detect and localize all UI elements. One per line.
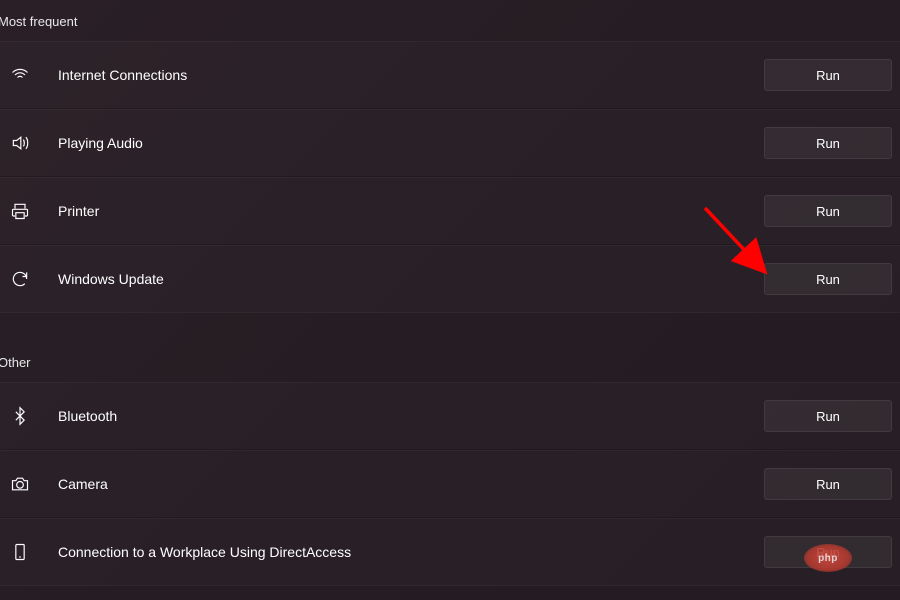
- run-button[interactable]: Run: [764, 468, 892, 500]
- run-button[interactable]: Run: [764, 263, 892, 295]
- bluetooth-icon: [10, 406, 50, 426]
- row-playing-audio[interactable]: Playing Audio Run: [0, 109, 900, 177]
- wifi-icon: [10, 65, 50, 85]
- row-label: Connection to a Workplace Using DirectAc…: [50, 544, 764, 560]
- section-header-most-frequent: Most frequent: [0, 0, 900, 41]
- row-label: Internet Connections: [50, 67, 764, 83]
- section-header-other: Other: [0, 341, 900, 382]
- run-button[interactable]: Run: [764, 400, 892, 432]
- workplace-icon: [10, 542, 50, 562]
- row-label: Camera: [50, 476, 764, 492]
- list-other: Bluetooth Run Camera Run Connection to a…: [0, 382, 900, 586]
- run-button[interactable]: Run: [764, 127, 892, 159]
- row-label: Printer: [50, 203, 764, 219]
- row-workplace-connection[interactable]: Connection to a Workplace Using DirectAc…: [0, 518, 900, 586]
- row-windows-update[interactable]: Windows Update Run: [0, 245, 900, 313]
- row-label: Playing Audio: [50, 135, 764, 151]
- row-camera[interactable]: Camera Run: [0, 450, 900, 518]
- row-bluetooth[interactable]: Bluetooth Run: [0, 382, 900, 450]
- watermark-badge: php: [804, 544, 852, 572]
- camera-icon: [10, 474, 50, 494]
- update-icon: [10, 269, 50, 289]
- audio-icon: [10, 133, 50, 153]
- row-label: Windows Update: [50, 271, 764, 287]
- row-printer[interactable]: Printer Run: [0, 177, 900, 245]
- run-button[interactable]: Run: [764, 59, 892, 91]
- row-internet-connections[interactable]: Internet Connections Run: [0, 41, 900, 109]
- list-most-frequent: Internet Connections Run Playing Audio R…: [0, 41, 900, 313]
- row-label: Bluetooth: [50, 408, 764, 424]
- run-button[interactable]: Run: [764, 195, 892, 227]
- printer-icon: [10, 201, 50, 221]
